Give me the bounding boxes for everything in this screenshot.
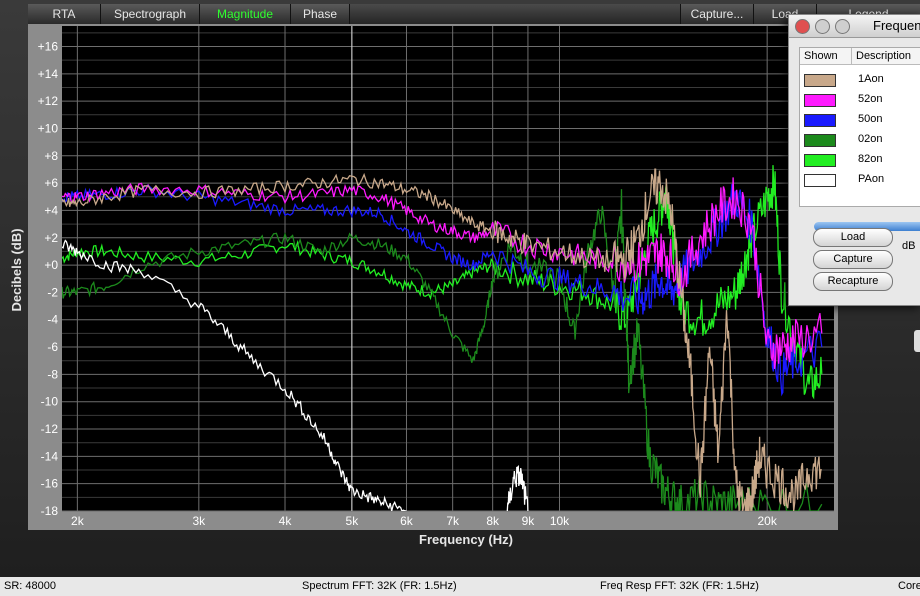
y-tick-label: +14 (38, 67, 59, 81)
x-tick-label: 4k (279, 514, 293, 528)
view-tab-bar: RTA Spectrograph Magnitude Phase Capture… (28, 4, 920, 24)
load-button[interactable]: Load (813, 228, 893, 247)
y-tick-label: +8 (44, 149, 58, 163)
y-tick-label: -4 (47, 313, 58, 327)
legend-row-1Aon[interactable]: 1Aon (800, 70, 920, 90)
minimize-icon[interactable] (815, 19, 830, 34)
capture-button[interactable]: Capture (813, 250, 893, 269)
status-extra: Core (898, 580, 920, 592)
legend-swatch[interactable] (804, 94, 836, 107)
y-tick-label: +6 (44, 176, 58, 190)
x-tick-label: 2k (71, 514, 85, 528)
y-tick-label: +2 (44, 231, 58, 245)
y-tick-label: -8 (47, 367, 58, 381)
capture-menu-button[interactable]: Capture... (681, 4, 754, 24)
legend-swatch[interactable] (804, 154, 836, 167)
tab-rta[interactable]: RTA (28, 4, 101, 24)
col-description-header[interactable]: Description (852, 48, 920, 65)
y-tick-label: -10 (41, 395, 59, 409)
tab-phase[interactable]: Phase (291, 4, 350, 24)
x-tick-label: 5k (346, 514, 360, 528)
status-bar: SR: 48000 Spectrum FFT: 32K (FR: 1.5Hz) … (0, 577, 920, 596)
legend-label: 1Aon (858, 73, 884, 85)
legend-label: 50on (858, 113, 883, 125)
status-sample-rate: SR: 48000 (4, 580, 56, 592)
col-shown-header[interactable]: Shown (800, 48, 852, 65)
dialog-titlebar[interactable]: Frequency (789, 15, 920, 38)
legend-swatch[interactable] (804, 114, 836, 127)
legend-row-82on[interactable]: 82on (800, 150, 920, 170)
legend-label: 82on (858, 153, 883, 165)
legend-label: 02on (858, 133, 883, 145)
legend-swatch[interactable] (804, 174, 836, 187)
db-unit-label: dB (902, 240, 916, 252)
tab-bar-spacer (350, 4, 681, 24)
x-tick-label: 8k (486, 514, 500, 528)
tab-spectrograph[interactable]: Spectrograph (101, 4, 200, 24)
y-tick-label: -16 (41, 477, 59, 491)
legend-row-50on[interactable]: 50on (800, 110, 920, 130)
dialog-title: Frequency (873, 18, 920, 33)
legend-label: PAon (858, 173, 885, 185)
status-freqresp-fft: Freq Resp FFT: 32K (FR: 1.5Hz) (600, 580, 759, 592)
legend-table: Shown Description 1Aon 52on 50on 02on 82on PA… (799, 47, 920, 231)
legend-row-52on[interactable]: 52on (800, 90, 920, 110)
plot-svg[interactable]: +16 +14 +12 +10 +8 +6 +4 +2 +0 -2 -4 -6 -8 -10 -12 -14 -… (0, 24, 920, 554)
legend-label: 52on (858, 93, 883, 105)
x-tick-label: 7k (446, 514, 460, 528)
legend-swatch[interactable] (804, 134, 836, 147)
y-tick-label: -6 (47, 340, 58, 354)
x-tick-label: 9k (522, 514, 536, 528)
y-tick-label: +16 (38, 39, 59, 53)
magnitude-plot[interactable]: +16 +14 +12 +10 +8 +6 +4 +2 +0 -2 -4 -6 -8 -10 -12 -14 -… (0, 24, 920, 554)
close-icon[interactable] (795, 19, 810, 34)
legend-row-PAon[interactable]: PAon (800, 170, 920, 190)
x-axis-title: Frequency (Hz) (419, 532, 513, 547)
y-tick-label: +0 (44, 258, 58, 272)
y-tick-label: +4 (44, 203, 58, 217)
frequency-dialog: Frequency Shown Description 1Aon 52on 50on… (788, 14, 920, 306)
recapture-button[interactable]: Recapture (813, 272, 893, 291)
side-handle[interactable] (914, 330, 920, 352)
y-tick-label: -12 (41, 422, 59, 436)
x-tick-label: 20k (757, 514, 777, 528)
legend-row-02on[interactable]: 02on (800, 130, 920, 150)
zoom-icon[interactable] (835, 19, 850, 34)
plot-area[interactable] (62, 26, 834, 511)
x-tick-label: 6k (400, 514, 414, 528)
x-tick-label: 3k (192, 514, 206, 528)
y-tick-label: -18 (41, 504, 59, 518)
x-tick-label: 10k (550, 514, 570, 528)
tab-magnitude[interactable]: Magnitude (200, 4, 291, 24)
y-tick-label: +12 (38, 94, 59, 108)
status-spectrum-fft: Spectrum FFT: 32K (FR: 1.5Hz) (302, 580, 457, 592)
y-axis-title: Decibels (dB) (9, 228, 24, 311)
legend-swatch[interactable] (804, 74, 836, 87)
y-tick-label: -14 (41, 449, 59, 463)
y-tick-label: +10 (38, 121, 59, 135)
y-tick-label: -2 (47, 285, 58, 299)
